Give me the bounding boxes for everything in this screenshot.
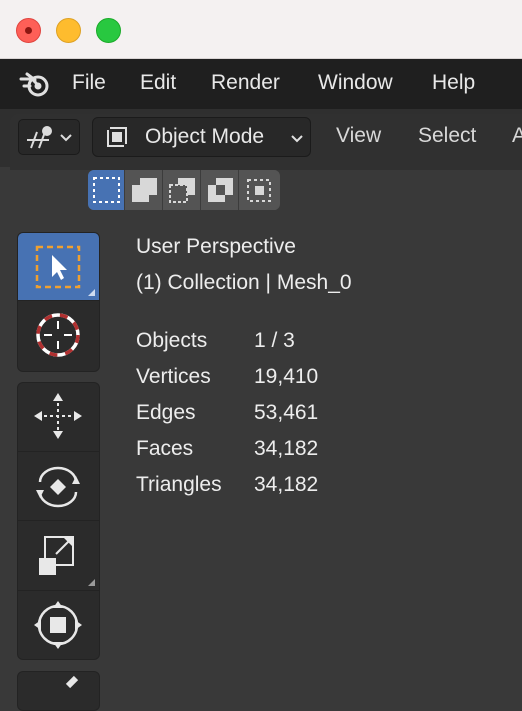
- mode-label: Object Mode: [145, 125, 265, 148]
- minimize-window-button[interactable]: [56, 18, 81, 43]
- tool-transform[interactable]: [18, 591, 99, 659]
- cursor-icon: [36, 313, 80, 357]
- select-new-button[interactable]: [88, 170, 125, 210]
- select-invert-icon: [208, 178, 233, 202]
- selection-mode-group: [88, 170, 280, 210]
- close-icon: [25, 27, 32, 34]
- toolbar-group-transform: [17, 382, 100, 660]
- stat-triangles-label: Triangles: [136, 473, 222, 496]
- tool-select-box[interactable]: [18, 233, 99, 301]
- stat-faces-value: 34,182: [254, 437, 319, 460]
- move-icon: [34, 393, 82, 439]
- window-titlebar: [0, 0, 522, 59]
- select-intersect-icon: [247, 179, 271, 202]
- top-menubar: File Edit Render Window Help: [0, 59, 522, 109]
- select-intersect-button[interactable]: [240, 170, 277, 210]
- close-window-button[interactable]: [16, 18, 41, 43]
- blender-logo-icon[interactable]: [18, 70, 54, 98]
- viewport-perspective-label: User Perspective: [136, 235, 296, 258]
- select-invert-button[interactable]: [202, 170, 239, 210]
- menu-file[interactable]: File: [72, 71, 106, 95]
- tool-cursor[interactable]: [18, 301, 99, 369]
- stat-triangles-value: 34,182: [254, 473, 319, 496]
- stat-objects-value: 1 / 3: [254, 329, 295, 352]
- annotate-icon: [65, 675, 79, 689]
- chevron-down-icon: [291, 135, 303, 143]
- select-extend-icon: [132, 178, 157, 202]
- tool-move[interactable]: [18, 383, 99, 452]
- header-menu-select[interactable]: Select: [418, 124, 476, 148]
- viewport-collection-label: (1) Collection | Mesh_0: [136, 271, 352, 294]
- stat-vertices-label: Vertices: [136, 365, 211, 388]
- stat-objects-label: Objects: [136, 329, 208, 352]
- rotate-icon: [36, 466, 80, 508]
- tool-rotate[interactable]: [18, 452, 99, 521]
- select-subtract-button[interactable]: [164, 170, 201, 210]
- select-new-icon: [93, 177, 120, 203]
- stat-faces-label: Faces: [136, 437, 194, 460]
- object-mode-icon: [105, 125, 129, 149]
- header-menu-view[interactable]: View: [336, 124, 381, 148]
- editor-type-dropdown[interactable]: [18, 119, 80, 155]
- object-mode-dropdown[interactable]: Object Mode: [92, 117, 311, 157]
- chevron-down-icon: [60, 134, 72, 142]
- zoom-window-button[interactable]: [96, 18, 121, 43]
- toolbar-group-annotate: [17, 671, 100, 711]
- stat-edges-label: Edges: [136, 401, 196, 424]
- menu-edit[interactable]: Edit: [140, 71, 176, 95]
- select-subtract-icon: [169, 178, 195, 203]
- tool-scale[interactable]: [18, 521, 99, 591]
- tool-options-indicator: [88, 579, 95, 586]
- select-extend-button[interactable]: [126, 170, 163, 210]
- menu-window[interactable]: Window: [318, 71, 393, 95]
- scale-icon: [39, 536, 74, 575]
- menu-help[interactable]: Help: [432, 71, 475, 95]
- stat-edges-value: 53,461: [254, 401, 319, 424]
- toolbar-group-select: [17, 232, 100, 372]
- select-box-icon: [35, 245, 81, 289]
- tool-options-indicator: [88, 289, 95, 296]
- tool-annotate[interactable]: [18, 672, 99, 710]
- transform-icon: [34, 601, 82, 649]
- header-menu-add[interactable]: A: [512, 124, 522, 148]
- stat-vertices-value: 19,410: [254, 365, 319, 388]
- 3d-viewport-icon: [27, 126, 72, 149]
- menu-render[interactable]: Render: [211, 71, 280, 95]
